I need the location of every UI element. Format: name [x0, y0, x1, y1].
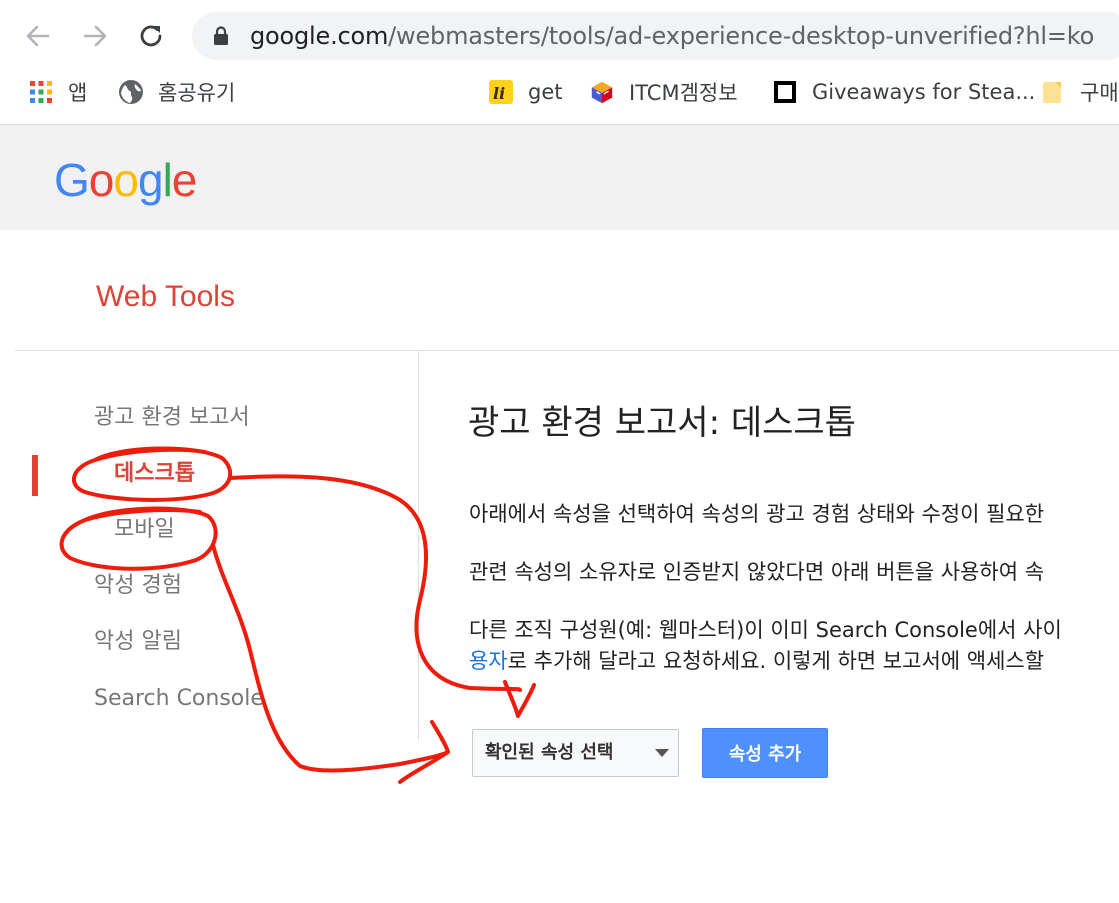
bookmark-folder[interactable]: 구매	[1040, 72, 1119, 112]
url-text[interactable]: google.com/webmasters/tools/ad-experienc…	[250, 20, 1094, 52]
bookmark-label: ITCM겜정보	[629, 81, 738, 105]
bookmark-label: 앱	[68, 81, 88, 105]
square-logo-icon	[772, 79, 798, 105]
user-link[interactable]: 용자	[469, 649, 508, 673]
sidebar-item-abusive-notifications[interactable]: 악성 알림	[94, 627, 182, 657]
sidebar-item-search-console[interactable]: Search Console	[94, 684, 264, 714]
back-arrow-icon	[26, 25, 50, 47]
sidebar-item-desktop[interactable]: 데스크톱	[114, 459, 195, 489]
svg-text:li: li	[493, 84, 505, 103]
description-paragraph-1: 아래에서 속성을 선택하여 속성의 광고 경험 상태와 수정이 필요한	[469, 502, 1045, 526]
paragraph-3-rest: 로 추가해 달라고 요청하세요. 이렇게 하면 보고서에 액세스할	[507, 649, 1045, 673]
bookmark-apps[interactable]: 앱	[28, 72, 87, 112]
add-property-button[interactable]: 속성 추가	[702, 728, 828, 778]
bookmark-get[interactable]: li get	[488, 72, 562, 112]
active-indicator	[32, 455, 38, 496]
bookmark-label: get	[528, 80, 563, 104]
description-paragraph-2: 관련 속성의 소유자로 인증받지 않았다면 아래 버튼을 사용하여 속	[469, 560, 1045, 584]
bookmark-itcm[interactable]: ITCM겜정보	[589, 72, 738, 112]
reload-button[interactable]	[133, 18, 169, 54]
description-paragraph-3-line-1: 다른 조직 구성원(예: 웹마스터)이 이미 Search Console에서 …	[469, 618, 1062, 642]
li-app-icon: li	[488, 79, 514, 105]
bookmark-giveaways[interactable]: Giveaways for Stea...	[772, 72, 1035, 112]
forward-button[interactable]	[77, 18, 113, 54]
back-button[interactable]	[20, 18, 56, 54]
forward-arrow-icon	[83, 25, 107, 47]
page-title: 광고 환경 보고서: 데스크톱	[468, 403, 856, 443]
sidebar-item-abusive-experiences[interactable]: 악성 경험	[94, 571, 182, 601]
sidebar-item-mobile[interactable]: 모바일	[114, 515, 175, 545]
box-app-icon	[589, 79, 615, 105]
apps-grid-icon	[28, 79, 54, 105]
lock-icon	[214, 26, 228, 45]
sidebar-item-ad-experience-report[interactable]: 광고 환경 보고서	[94, 403, 250, 433]
annotation-arrowhead-right	[398, 720, 450, 784]
annotation-arrowhead-down	[503, 680, 536, 718]
sidebar-divider	[418, 351, 419, 741]
reload-icon	[140, 25, 162, 47]
globe-icon	[118, 79, 144, 105]
chevron-down-icon	[655, 749, 669, 757]
url-host: google.com	[250, 22, 389, 50]
google-logo[interactable]: Google	[54, 152, 197, 208]
folder-icon	[1040, 79, 1066, 105]
header-divider	[15, 350, 1119, 351]
bookmark-label: Giveaways for Stea...	[812, 80, 1036, 104]
bookmark-label: 홈공유기	[158, 81, 236, 105]
bookmark-home-router[interactable]: 홈공유기	[118, 72, 235, 112]
description-paragraph-3-line-2: 용자로 추가해 달라고 요청하세요. 이렇게 하면 보고서에 액세스할	[469, 645, 1044, 677]
property-select-value: 확인된 속성 선택	[485, 742, 614, 763]
web-tools-title[interactable]: Web Tools	[96, 278, 235, 316]
bookmark-label: 구매	[1080, 81, 1119, 105]
annotation-arrow-from-mobile	[211, 543, 450, 773]
url-path: /webmasters/tools/ad-experience-desktop-…	[388, 22, 1095, 50]
